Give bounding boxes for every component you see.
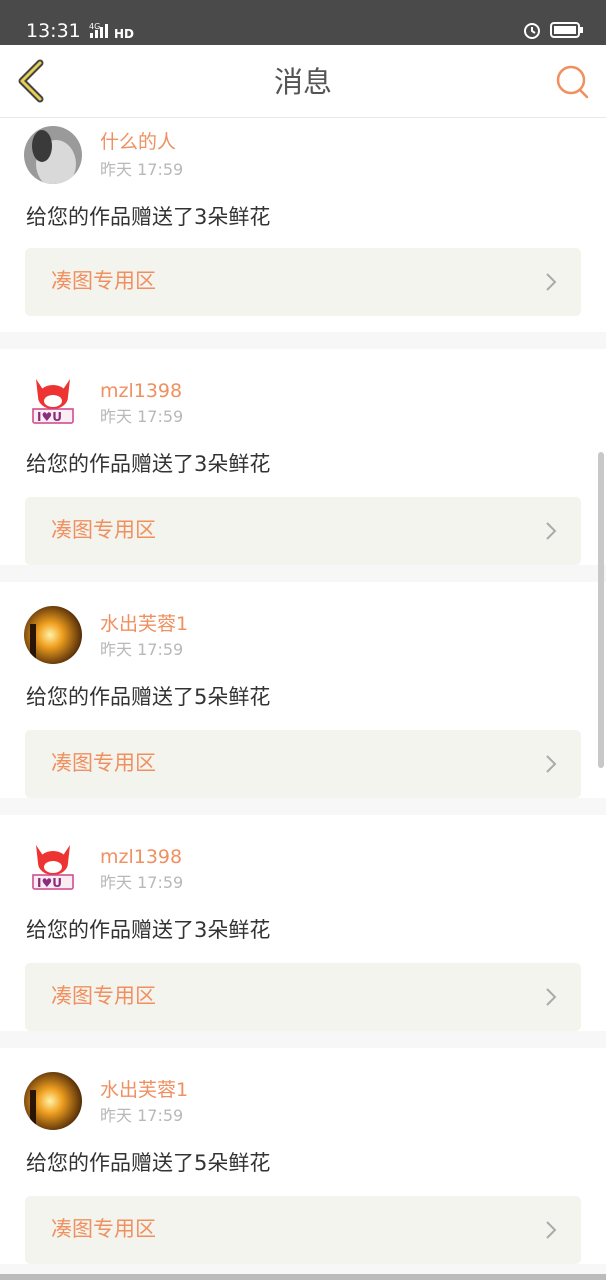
- username[interactable]: 什么的人: [100, 130, 176, 154]
- album-link[interactable]: 凑图专用区: [25, 730, 581, 798]
- status-right: [522, 20, 584, 40]
- message-card[interactable]: I♥U mzl1398 昨天 17:59 给您的作品赠送了3朵鲜花 凑图专用区: [0, 815, 606, 1031]
- message-text: 给您的作品赠送了5朵鲜花: [26, 1151, 271, 1175]
- username[interactable]: 水出芙蓉1: [100, 1078, 188, 1102]
- page-title: 消息: [273, 65, 332, 99]
- message-text: 给您的作品赠送了3朵鲜花: [26, 452, 271, 476]
- chevron-right-icon: [546, 988, 557, 1006]
- album-label: 凑图专用区: [51, 1217, 156, 1241]
- chevron-right-icon: [546, 522, 557, 540]
- album-label: 凑图专用区: [51, 518, 156, 542]
- chevron-right-icon: [546, 273, 557, 291]
- timestamp: 昨天 17:59: [100, 407, 184, 426]
- timestamp: 昨天 17:59: [100, 160, 184, 179]
- search-button[interactable]: [554, 63, 590, 99]
- chevron-right-icon: [546, 755, 557, 773]
- timestamp: 昨天 17:59: [100, 1106, 184, 1125]
- hd-label: HD: [114, 27, 134, 41]
- search-icon: [556, 65, 589, 99]
- album-label: 凑图专用区: [51, 984, 156, 1008]
- message-text: 给您的作品赠送了3朵鲜花: [26, 205, 271, 229]
- app-header: 消息: [0, 45, 606, 118]
- bottom-edge: [0, 1274, 606, 1280]
- message-card[interactable]: I♥U mzl1398 昨天 17:59 给您的作品赠送了3朵鲜花 凑图专用区: [0, 349, 606, 565]
- message-text: 给您的作品赠送了5朵鲜花: [26, 685, 271, 709]
- avatar[interactable]: [24, 1072, 82, 1130]
- avatar[interactable]: I♥U: [24, 373, 82, 431]
- signal-icon: 4G HD: [88, 20, 136, 46]
- avatar[interactable]: [24, 126, 82, 184]
- album-link[interactable]: 凑图专用区: [25, 963, 581, 1031]
- avatar[interactable]: I♥U: [24, 839, 82, 897]
- album-link[interactable]: 凑图专用区: [25, 497, 581, 565]
- album-label: 凑图专用区: [51, 751, 156, 775]
- message-list[interactable]: 什么的人 昨天 17:59 给您的作品赠送了3朵鲜花 凑图专用区 I♥U mzl…: [0, 118, 606, 1280]
- status-bar: 13:31 4G HD: [0, 0, 606, 45]
- message-text: 给您的作品赠送了3朵鲜花: [26, 918, 271, 942]
- username[interactable]: 水出芙蓉1: [100, 612, 188, 636]
- chevron-right-icon: [546, 1221, 557, 1239]
- album-link[interactable]: 凑图专用区: [25, 248, 581, 316]
- timestamp: 昨天 17:59: [100, 873, 184, 892]
- svg-text:I♥U: I♥U: [37, 410, 62, 424]
- message-card[interactable]: 什么的人 昨天 17:59 给您的作品赠送了3朵鲜花 凑图专用区: [0, 118, 606, 332]
- timestamp: 昨天 17:59: [100, 640, 184, 659]
- message-card[interactable]: 水出芙蓉1 昨天 17:59 给您的作品赠送了5朵鲜花 凑图专用区: [0, 582, 606, 798]
- message-card[interactable]: 水出芙蓉1 昨天 17:59 给您的作品赠送了5朵鲜花 凑图专用区: [0, 1048, 606, 1264]
- album-label: 凑图专用区: [51, 269, 156, 293]
- album-link[interactable]: 凑图专用区: [25, 1196, 581, 1264]
- status-time: 13:31: [26, 20, 81, 42]
- scrollbar[interactable]: [598, 452, 604, 768]
- battery-icon: [550, 22, 583, 38]
- svg-text:I♥U: I♥U: [37, 876, 62, 890]
- avatar[interactable]: [24, 606, 82, 664]
- alarm-icon: [524, 23, 540, 39]
- username[interactable]: mzl1398: [100, 379, 182, 403]
- username[interactable]: mzl1398: [100, 845, 182, 869]
- network-label: 4G: [89, 22, 100, 31]
